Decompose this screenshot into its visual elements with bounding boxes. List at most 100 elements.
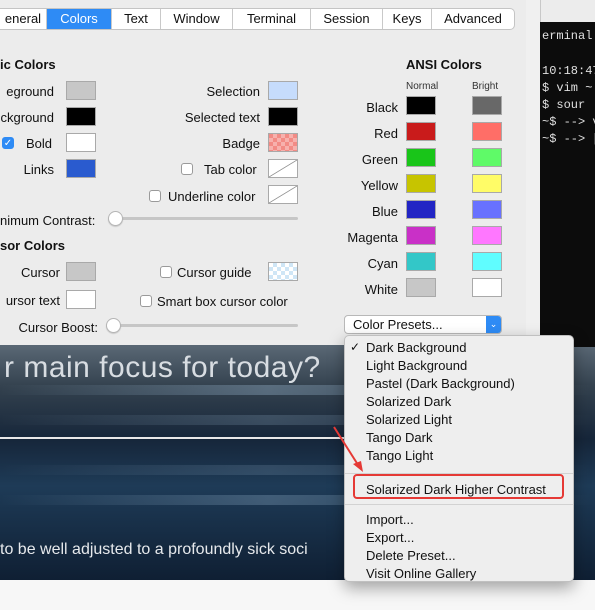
- tab-terminal[interactable]: Terminal: [233, 9, 311, 29]
- cursor-guide-checkbox[interactable]: [160, 266, 172, 278]
- background-label: ckground: [0, 110, 54, 125]
- basic-colors-heading: ic Colors: [0, 57, 56, 72]
- terminal-window[interactable]: erminal b 10:18:47 $ vim ~ $ sour ~$ -->…: [540, 22, 595, 347]
- color-presets-popup[interactable]: Color Presets... ⌄: [344, 315, 502, 334]
- menu-item-dark-background[interactable]: Dark Background: [366, 340, 466, 355]
- window-gap: [526, 0, 540, 345]
- annotation-highlight-box: [353, 474, 564, 499]
- minimum-contrast-label: nimum Contrast:: [0, 213, 96, 228]
- menu-item-visit-online-gallery[interactable]: Visit Online Gallery: [366, 566, 476, 581]
- ansi-green-bright-well[interactable]: [472, 148, 502, 167]
- menu-item-tango-dark[interactable]: Tango Dark: [366, 430, 432, 445]
- tab-colors[interactable]: Colors: [47, 9, 112, 29]
- terminal-line: ~$ --> [: [542, 132, 595, 146]
- terminal-titlebar: [540, 0, 595, 22]
- ansi-yellow-normal-well[interactable]: [406, 174, 436, 193]
- smart-box-cursor-label: Smart box cursor color: [157, 294, 288, 309]
- ansi-white-normal-well[interactable]: [406, 278, 436, 297]
- cursor-boost-label: Cursor Boost:: [18, 320, 98, 335]
- selection-label: Selection: [206, 84, 260, 99]
- foreground-color-well[interactable]: [66, 81, 96, 100]
- ansi-white-label: White: [364, 282, 398, 297]
- selected-text-label: Selected text: [184, 110, 260, 125]
- menu-item-solarized-light[interactable]: Solarized Light: [366, 412, 452, 427]
- tab-bar: eneral Colors Text Window Terminal Sessi…: [0, 8, 515, 30]
- ansi-blue-normal-well[interactable]: [406, 200, 436, 219]
- terminal-line: ~$ --> v: [542, 115, 595, 129]
- cursor-colors-heading: sor Colors: [0, 238, 66, 253]
- selection-color-well[interactable]: [268, 81, 298, 100]
- menu-item-delete-preset[interactable]: Delete Preset...: [366, 548, 456, 563]
- chevron-down-icon: ⌄: [486, 316, 501, 333]
- links-color-well[interactable]: [66, 159, 96, 178]
- tab-color-well[interactable]: [268, 159, 298, 178]
- underline-color-checkbox[interactable]: [149, 190, 161, 202]
- cursor-boost-slider[interactable]: [106, 324, 298, 327]
- ansi-green-label: Green: [361, 152, 398, 167]
- annotation-arrow-icon: [333, 426, 363, 472]
- ansi-red-label: Red: [374, 126, 398, 141]
- color-presets-menu: ✓ Dark Background Light Background Pastel …: [344, 335, 574, 582]
- tab-window[interactable]: Window: [161, 9, 233, 29]
- minimum-contrast-knob[interactable]: [108, 211, 123, 226]
- focus-question: r main focus for today?: [4, 351, 321, 384]
- bold-label: Bold: [26, 136, 53, 151]
- terminal-line: 10:18:47: [542, 64, 595, 78]
- background-color-well[interactable]: [66, 107, 96, 126]
- ansi-green-normal-well[interactable]: [406, 148, 436, 167]
- tab-keys[interactable]: Keys: [383, 9, 432, 29]
- bold-checkbox[interactable]: ✓: [2, 137, 14, 149]
- menu-item-light-background[interactable]: Light Background: [366, 358, 467, 373]
- normal-column-header: Normal: [406, 81, 439, 92]
- ansi-red-bright-well[interactable]: [472, 122, 502, 141]
- menu-item-export[interactable]: Export...: [366, 530, 414, 545]
- minimum-contrast-slider[interactable]: [108, 217, 298, 220]
- cursor-text-label: ursor text: [5, 293, 60, 308]
- selected-text-color-well[interactable]: [268, 107, 298, 126]
- preferences-panel: eneral Colors Text Window Terminal Sessi…: [0, 0, 526, 345]
- links-label: Links: [23, 162, 54, 177]
- ansi-yellow-label: Yellow: [360, 178, 398, 193]
- foreground-label: eground: [6, 84, 54, 99]
- ansi-cyan-normal-well[interactable]: [406, 252, 436, 271]
- menu-item-import[interactable]: Import...: [366, 512, 414, 527]
- smart-box-cursor-checkbox[interactable]: [140, 295, 152, 307]
- cursor-text-color-well[interactable]: [66, 290, 96, 309]
- ansi-black-bright-well[interactable]: [472, 96, 502, 115]
- ansi-blue-bright-well[interactable]: [472, 200, 502, 219]
- menu-item-solarized-dark[interactable]: Solarized Dark: [366, 394, 451, 409]
- terminal-line: $ sour: [542, 98, 586, 112]
- terminal-line: $ vim ~: [542, 81, 593, 95]
- ansi-black-normal-well[interactable]: [406, 96, 436, 115]
- menu-item-pastel-dark-background[interactable]: Pastel (Dark Background): [366, 376, 515, 391]
- tab-color-label: Tab color: [204, 162, 257, 177]
- ansi-magenta-bright-well[interactable]: [472, 226, 502, 245]
- color-presets-label: Color Presets...: [353, 317, 443, 332]
- focus-input-underline[interactable]: [0, 437, 345, 439]
- cursor-guide-color-well[interactable]: [268, 262, 298, 281]
- bold-color-well[interactable]: [66, 133, 96, 152]
- menu-separator: [345, 504, 573, 505]
- underline-color-label: Underline color: [168, 189, 256, 204]
- badge-color-well[interactable]: [268, 133, 298, 152]
- tab-advanced[interactable]: Advanced: [432, 9, 514, 29]
- ansi-red-normal-well[interactable]: [406, 122, 436, 141]
- tab-session[interactable]: Session: [311, 9, 383, 29]
- bright-column-header: Bright: [472, 81, 499, 92]
- ansi-magenta-normal-well[interactable]: [406, 226, 436, 245]
- tab-general[interactable]: eneral: [0, 9, 47, 29]
- ansi-yellow-bright-well[interactable]: [472, 174, 502, 193]
- tab-text[interactable]: Text: [112, 9, 161, 29]
- cursor-color-well[interactable]: [66, 262, 96, 281]
- ansi-white-bright-well[interactable]: [472, 278, 502, 297]
- tab-color-checkbox[interactable]: [181, 163, 193, 175]
- ansi-cyan-label: Cyan: [367, 256, 398, 271]
- ansi-black-label: Black: [366, 100, 398, 115]
- menu-item-tango-light[interactable]: Tango Light: [366, 448, 433, 463]
- cursor-boost-knob[interactable]: [106, 318, 121, 333]
- ansi-magenta-label: Magenta: [347, 230, 398, 245]
- ansi-cyan-bright-well[interactable]: [472, 252, 502, 271]
- cursor-guide-label: Cursor guide: [177, 265, 252, 280]
- ansi-colors-heading: ANSI Colors: [406, 57, 482, 72]
- underline-color-well[interactable]: [268, 185, 298, 204]
